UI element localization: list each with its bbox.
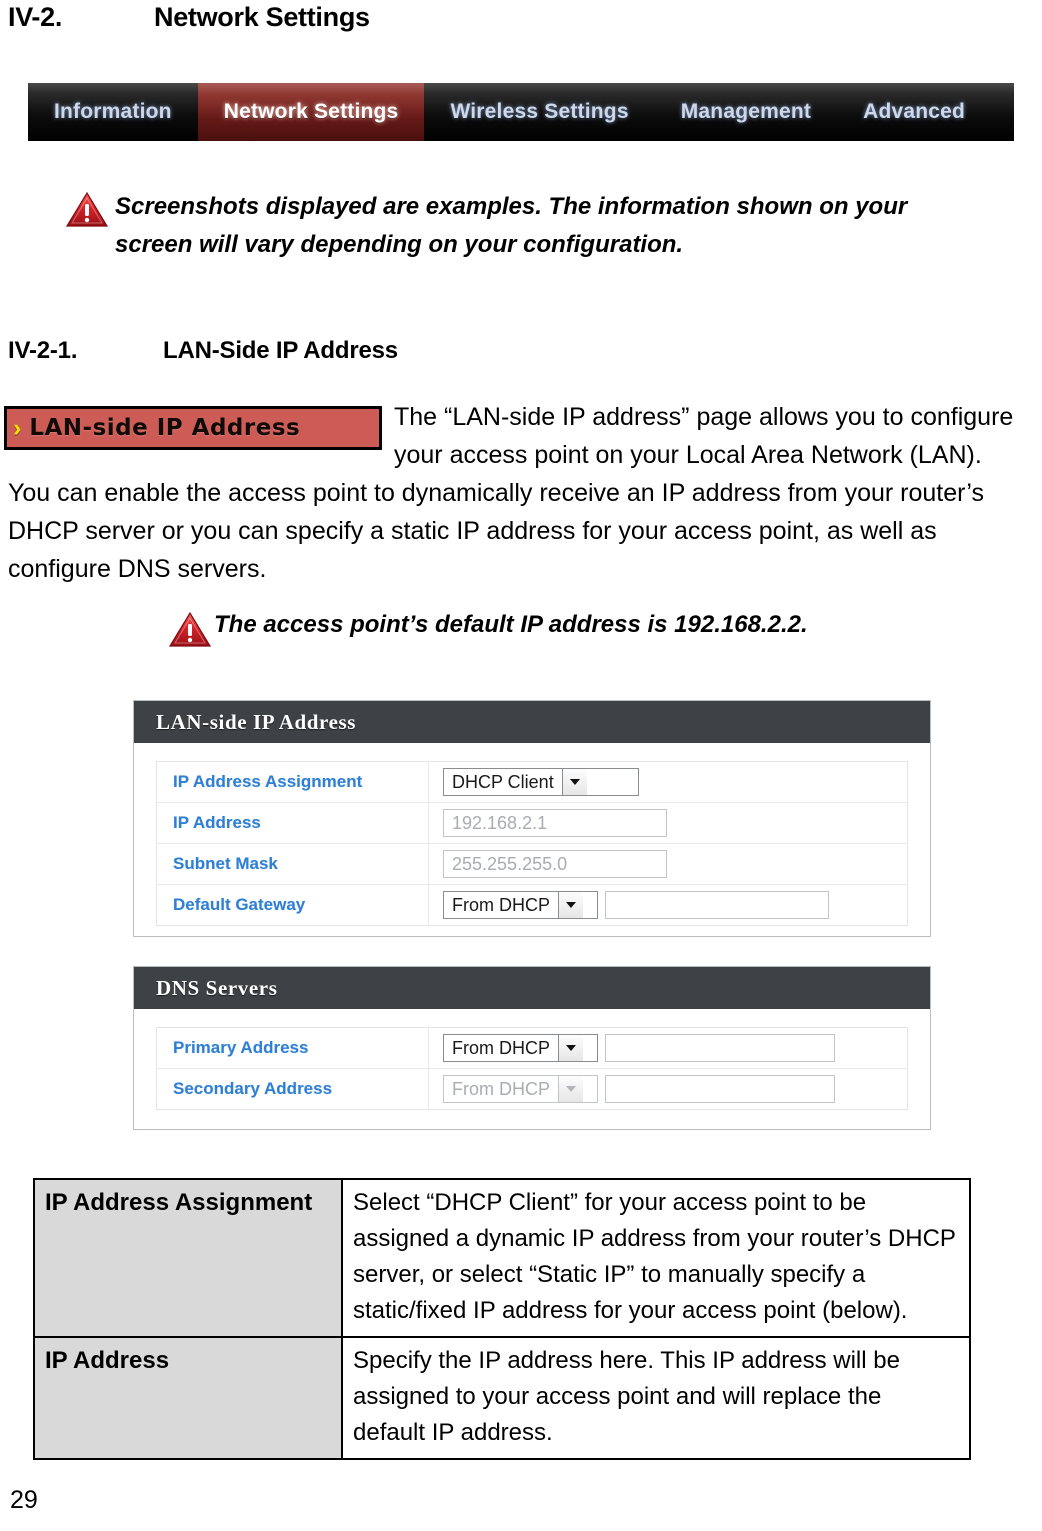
chevron-down-icon xyxy=(558,1076,583,1102)
desc-value-ip-address-assignment: Select “DHCP Client” for your access poi… xyxy=(341,1178,971,1338)
desc-key-ip-address: IP Address xyxy=(33,1336,343,1460)
subsection-number: IV-2-1. xyxy=(8,337,78,364)
desc-key-ip-address-assignment: IP Address Assignment xyxy=(33,1178,343,1338)
label-ip-address: IP Address xyxy=(156,802,429,844)
note-screenshots-vary: Screenshots displayed are examples. The … xyxy=(65,188,965,264)
input-subnet-mask[interactable]: 255.255.255.0 xyxy=(443,850,667,878)
nav-tab-network-settings[interactable]: Network Settings xyxy=(197,83,425,141)
label-secondary-address: Secondary Address xyxy=(156,1068,429,1110)
form-row-primary-address: Primary Address From DHCP xyxy=(156,1027,908,1069)
select-primary-dns-source[interactable]: From DHCP xyxy=(443,1034,598,1062)
form-row-secondary-address: Secondary Address From DHCP xyxy=(156,1068,908,1110)
select-value: From DHCP xyxy=(452,1037,550,1058)
panel-title: LAN-side IP Address xyxy=(156,709,357,734)
label-subnet-mask: Subnet Mask xyxy=(156,843,429,885)
form-row-ip-address-assignment: IP Address Assignment DHCP Client xyxy=(156,761,908,803)
select-secondary-dns-source: From DHCP xyxy=(443,1075,598,1103)
section-number: IV-2. xyxy=(8,2,63,32)
form-row-default-gateway: Default Gateway From DHCP xyxy=(156,884,908,926)
page-number: 29 xyxy=(10,1486,38,1514)
nav-tab-management[interactable]: Management xyxy=(655,83,837,141)
label-default-gateway: Default Gateway xyxy=(156,884,429,926)
chevron-down-icon[interactable] xyxy=(561,769,587,795)
nav-tab-advanced[interactable]: Advanced xyxy=(837,83,991,141)
form-row-subnet-mask: Subnet Mask 255.255.255.0 xyxy=(156,843,908,885)
input-primary-dns[interactable] xyxy=(605,1034,835,1062)
table-row: IP Address Specify the IP address here. … xyxy=(33,1336,971,1460)
subsection-title-text: LAN-Side IP Address xyxy=(163,337,398,364)
table-row: IP Address Assignment Select “DHCP Clien… xyxy=(33,1178,971,1338)
label-primary-address: Primary Address xyxy=(156,1027,429,1069)
body-paragraph: The “LAN-side IP address” page allows yo… xyxy=(8,398,1030,588)
desc-value-ip-address: Specify the IP address here. This IP add… xyxy=(341,1336,971,1460)
form-row-ip-address: IP Address 192.168.2.1 xyxy=(156,802,908,844)
label-ip-address-assignment: IP Address Assignment xyxy=(156,761,429,803)
callout-float-spacer xyxy=(8,398,394,458)
select-ip-address-assignment[interactable]: DHCP Client xyxy=(443,768,639,796)
subsection-title: IV-2-1. LAN-Side IP Address xyxy=(8,337,398,365)
input-default-gateway[interactable] xyxy=(605,891,829,919)
section-title: Network Settings xyxy=(154,2,370,32)
warning-triangle-icon xyxy=(65,191,109,227)
webui-navbar: Information Network Settings Wireless Se… xyxy=(28,83,1014,141)
panel-header: LAN-side IP Address xyxy=(134,701,930,743)
panel-lan-side-ip-address: LAN-side IP Address IP Address Assignmen… xyxy=(133,700,931,937)
select-default-gateway-source[interactable]: From DHCP xyxy=(443,891,598,919)
chevron-down-icon[interactable] xyxy=(558,1035,583,1061)
settings-description-table: IP Address Assignment Select “DHCP Clien… xyxy=(33,1178,971,1460)
panel-body: Primary Address From DHCP Secondary Addr… xyxy=(134,1009,930,1128)
panel-body: IP Address Assignment DHCP Client IP Add… xyxy=(134,743,930,944)
chevron-down-icon[interactable] xyxy=(558,892,583,918)
nav-tab-wireless-settings[interactable]: Wireless Settings xyxy=(424,83,654,141)
dns-settings-form: Primary Address From DHCP Secondary Addr… xyxy=(156,1027,908,1110)
nav-tab-information[interactable]: Information xyxy=(28,83,198,141)
input-secondary-dns[interactable] xyxy=(605,1075,835,1103)
select-value: DHCP Client xyxy=(452,771,554,792)
note-text: The access point’s default IP address is… xyxy=(214,611,808,638)
select-value: From DHCP xyxy=(452,1078,550,1099)
lan-settings-form: IP Address Assignment DHCP Client IP Add… xyxy=(156,761,908,926)
panel-title: DNS Servers xyxy=(156,975,278,1000)
panel-header: DNS Servers xyxy=(134,967,930,1009)
warning-triangle-icon xyxy=(168,611,212,647)
note-text: Screenshots displayed are examples. The … xyxy=(115,193,908,258)
input-ip-address[interactable]: 192.168.2.1 xyxy=(443,809,667,837)
page-title: IV-2. Network Settings xyxy=(8,2,370,33)
note-default-ip: The access point’s default IP address is… xyxy=(168,608,928,648)
select-value: From DHCP xyxy=(452,894,550,915)
panel-dns-servers: DNS Servers Primary Address From DHCP Se… xyxy=(133,966,931,1130)
